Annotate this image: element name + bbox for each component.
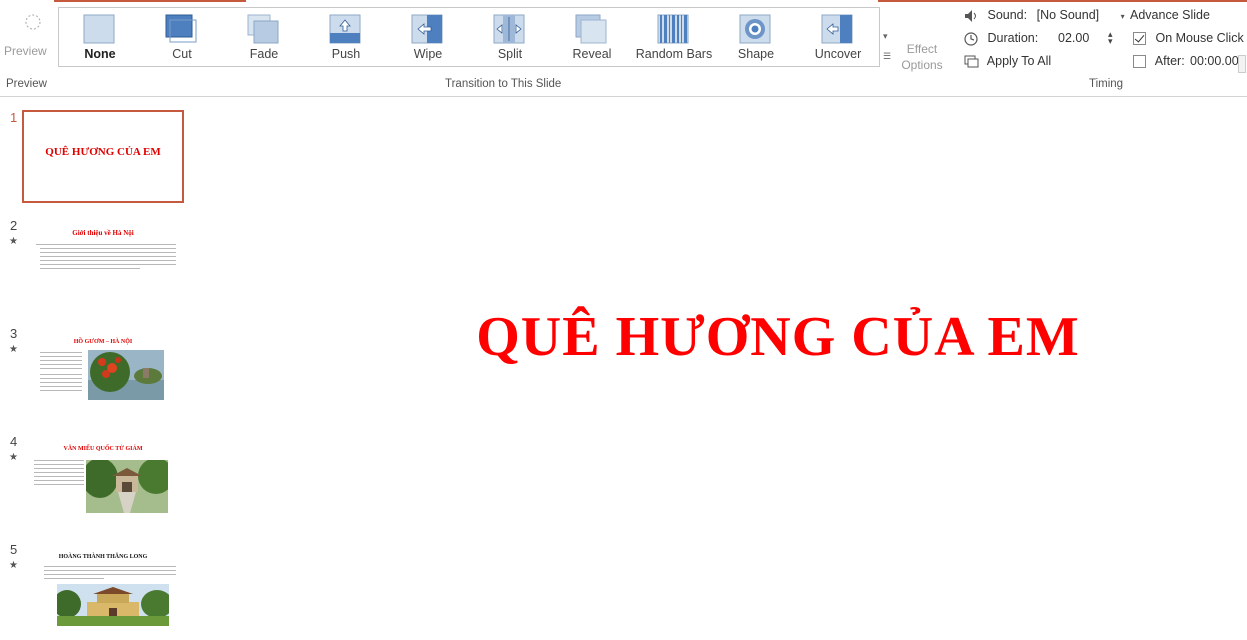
animation-star-icon: ★ [9,452,18,463]
after-checkbox[interactable] [1133,55,1146,69]
sound-value: [No Sound] [1036,8,1100,22]
sound-dropdown[interactable]: Sound: [No Sound] ▾ [964,6,1125,24]
timing-group-label: Timing [1089,78,1124,90]
duration-spinner-icon[interactable]: ▴ ▾ [1108,30,1113,46]
van-mieu-photo [86,460,168,513]
transition-reveal[interactable]: Reveal [551,8,633,66]
slide-number: 3 [10,326,18,341]
preview-group-label: Preview [6,78,47,90]
effect-options-button[interactable]: Effect Options [898,41,946,73]
transition-split-label: Split [497,47,523,61]
reveal-transition-icon [575,14,607,44]
on-mouse-click-option[interactable]: On Mouse Click [1133,29,1244,47]
transition-shape-label: Shape [737,47,775,61]
duration-control: Duration: [964,29,1038,47]
after-time-input[interactable]: 00:00.00 [1190,52,1239,70]
hoang-thanh-photo [57,584,169,626]
fade-transition-icon [247,14,279,44]
shape-transition-icon [739,14,771,44]
ho-guom-photo [88,350,164,400]
slide-number: 2 [10,218,18,233]
after-spinner[interactable] [1238,55,1246,73]
transition-gallery: None Cut Fade Push Wipe Split Reveal Ran… [58,7,880,67]
on-mouse-click-label: On Mouse Click [1155,31,1244,45]
slide-thumbnail-1[interactable]: QUÊ HƯƠNG CỦA EM [22,110,184,203]
transition-push-label: Push [331,47,361,61]
transition-cut[interactable]: Cut [141,8,223,66]
gallery-more-icon[interactable]: ▾ [883,31,888,42]
duration-label: Duration: [987,31,1039,45]
transition-random-bars[interactable]: Random Bars [633,8,715,66]
transition-split[interactable]: Split [469,8,551,66]
push-transition-icon [329,14,361,44]
none-transition-icon [83,14,115,44]
speaker-icon [965,9,976,22]
advance-slide-heading: Advance Slide [1130,8,1210,22]
slide-thumbnail-4[interactable]: VĂN MIẾU QUỐC TỬ GIÁM [22,434,184,526]
transition-uncover[interactable]: Uncover [797,8,879,66]
transition-push[interactable]: Push [305,8,387,66]
slide-thumbnail-5[interactable]: HOÀNG THÀNH THĂNG LONG [22,542,184,634]
slide-number: 5 [10,542,18,557]
transition-reveal-label: Reveal [572,47,612,61]
sound-dropdown-icon[interactable]: ▾ [1121,12,1125,21]
transition-random-bars-label: Random Bars [635,47,713,61]
effect-options-label-line1: Effect [906,42,938,56]
after-label: After: [1154,54,1185,68]
main-slide-canvas[interactable]: QUÊ HƯƠNG CỦA EM [200,98,1247,640]
duration-input[interactable]: 02.00 [1058,29,1089,47]
after-option: After: [1133,52,1185,70]
slide-thumbnail-pane: 1 QUÊ HƯƠNG CỦA EM 2 ★ Giới thiệu về Hà … [0,98,200,640]
transition-shape[interactable]: Shape [715,8,797,66]
apply-all-icon [964,55,979,68]
slide-thumbnail-2[interactable]: Giới thiệu về Hà Nội [22,218,184,310]
transition-cut-label: Cut [172,47,192,61]
preview-button[interactable]: Preview [0,8,50,62]
slide-5-thumb-title: HOÀNG THÀNH THĂNG LONG [58,554,148,560]
slide-1-thumb-title: QUÊ HƯƠNG CỦA EM [45,146,161,158]
preview-button-label: Preview [4,44,47,58]
transition-fade-label: Fade [249,47,279,61]
effect-options-label-line2: Options [901,58,943,72]
transition-none-label: None [84,47,116,61]
animation-star-icon: ★ [9,344,18,355]
transition-wipe[interactable]: Wipe [387,8,469,66]
on-mouse-click-checkbox[interactable] [1133,32,1146,46]
cut-transition-icon [165,14,197,43]
transition-none[interactable]: None [59,8,141,66]
apply-to-all-label: Apply To All [986,54,1052,68]
slide-number: 4 [10,434,18,449]
uncover-transition-icon [821,14,853,44]
preview-icon [25,14,41,30]
transition-wipe-label: Wipe [413,47,443,61]
random-bars-transition-icon [657,14,689,44]
split-transition-icon [493,14,525,44]
gallery-scroll[interactable]: ▾ ☰ [880,7,894,67]
slide-3-thumb-title: HỒ GƯƠM – HÀ NỘI [73,339,133,345]
sound-label: Sound: [987,8,1028,22]
gallery-expand-icon[interactable]: ☰ [883,51,891,62]
transition-uncover-label: Uncover [814,47,862,61]
main-slide-title[interactable]: QUÊ HƯƠNG CỦA EM [200,305,1247,369]
slide-thumbnail-3[interactable]: HỒ GƯƠM – HÀ NỘI [22,326,184,418]
clock-icon [964,32,978,46]
transition-fade[interactable]: Fade [223,8,305,66]
slide-number: 1 [10,110,18,125]
wipe-transition-icon [411,14,443,44]
ribbon-accent-line [0,0,1247,2]
transitions-ribbon: Preview None Cut Fade Push Wipe Split Re… [0,0,1247,97]
animation-star-icon: ★ [9,560,18,571]
apply-to-all-button[interactable]: Apply To All [964,52,1051,70]
transition-group-label: Transition to This Slide [445,78,562,90]
slide-2-thumb-title: Giới thiệu về Hà Nội [72,229,134,237]
animation-star-icon: ★ [9,236,18,247]
slide-4-thumb-title: VĂN MIẾU QUỐC TỬ GIÁM [63,446,143,452]
